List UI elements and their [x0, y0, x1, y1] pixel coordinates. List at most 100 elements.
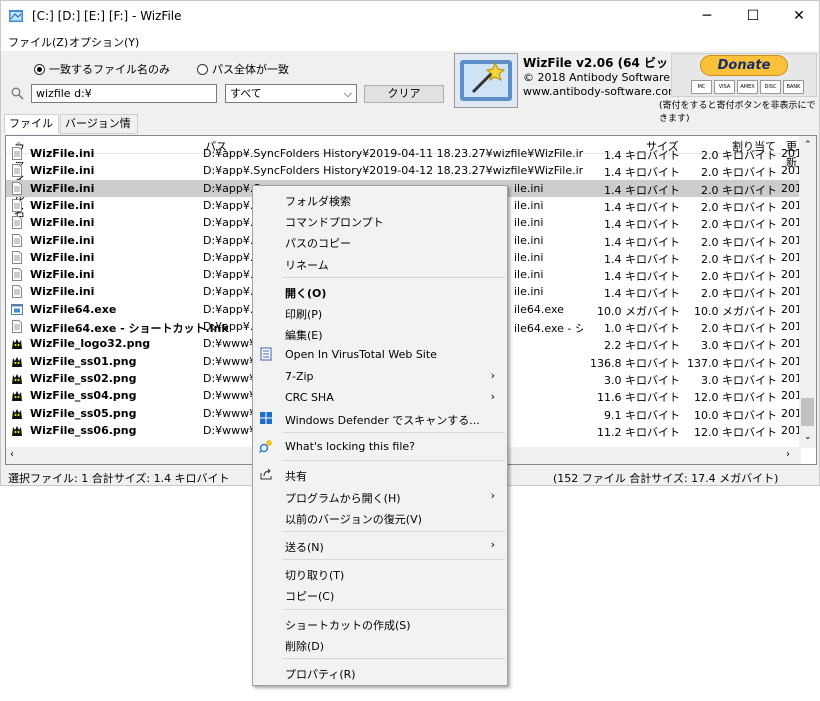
file-size: 1.4 キロバイト	[604, 287, 680, 301]
file-size: 1.4 キロバイト	[604, 218, 680, 232]
payment-cards: MC VISA AMEX DISC BANK	[691, 80, 804, 94]
window-title: [C:] [D:] [E:] [F:] - WizFile	[32, 9, 182, 23]
table-row[interactable]: WizFile.ini D:¥app¥.SyncFolders History¥2…	[6, 145, 801, 162]
file-allocated: 137.0 キロバイト	[687, 356, 777, 370]
menu-item-label: リネーム	[285, 258, 329, 272]
vertical-scrollbar[interactable]: ⌃ ⌄	[799, 136, 816, 448]
menu-item-label: 共有	[285, 470, 307, 484]
png-file-icon	[12, 408, 22, 419]
ini-file-icon	[12, 181, 22, 195]
context-menu-item[interactable]: 以前のバージョンの復元(V)	[253, 507, 507, 528]
context-menu-item[interactable]: プログラムから開く(H) ›	[253, 486, 507, 507]
file-updated: 201	[781, 406, 801, 420]
filter-select[interactable]: すべて ⌵	[225, 84, 357, 103]
menu-item-label: What's locking this file?	[285, 440, 416, 454]
radio-full-path[interactable]: パス全体が一致	[197, 61, 289, 77]
file-updated: 201	[781, 423, 801, 437]
context-menu-item[interactable]: Open In VirusTotal Web Site	[253, 344, 507, 365]
menu-item-label: プログラムから開く(H)	[285, 491, 401, 505]
file-path-tail: ile64.exe - ショ	[514, 322, 583, 333]
scroll-thumb[interactable]	[801, 398, 814, 426]
close-button[interactable]: ✕	[776, 1, 820, 31]
status-selected: 選択ファイル: 1 合計サイズ: 1.4 キロバイト	[8, 472, 230, 485]
tab-files[interactable]: ファイル数	[4, 114, 59, 148]
context-menu-item[interactable]: リネーム	[253, 253, 507, 274]
file-name: WizFile_ss05.png	[30, 406, 137, 420]
context-menu-item[interactable]: パスのコピー	[253, 231, 507, 252]
context-menu-item[interactable]: フォルダ検索	[253, 189, 507, 210]
virustotal-icon	[260, 347, 272, 361]
menu-file[interactable]: ファイル(Z)	[8, 34, 68, 50]
context-menu-item[interactable]: CRC SHA ›	[253, 387, 507, 408]
file-path-tail: ile.ini	[514, 285, 544, 299]
context-menu-item[interactable]: コピー(C)	[253, 584, 507, 605]
minimize-button[interactable]: ─	[684, 1, 730, 31]
file-updated: 201	[781, 371, 801, 385]
file-updated: 201	[781, 198, 801, 212]
file-size: 1.4 キロバイト	[604, 149, 680, 162]
file-name: WizFile_logo32.png	[30, 337, 151, 351]
filter-value: すべて	[230, 87, 262, 100]
menu-separator	[283, 531, 505, 532]
file-updated: 201	[781, 250, 801, 264]
ini-file-icon	[12, 233, 22, 247]
file-path-tail: ile.ini	[514, 198, 544, 212]
file-name: WizFile64.exe - ショートカット.lnk	[30, 322, 229, 335]
context-menu-item[interactable]: Windows Defender でスキャンする...	[253, 408, 507, 429]
context-menu-item[interactable]: 印刷(P)	[253, 302, 507, 323]
file-path-tail: ile.ini	[514, 216, 544, 230]
ini-file-icon	[12, 147, 22, 160]
clear-button[interactable]: クリア	[364, 85, 444, 103]
lock-search-icon	[259, 440, 272, 454]
menu-item-label: 開く(O)	[285, 286, 327, 300]
tab-version-info[interactable]: バージョン情報	[60, 114, 138, 148]
file-name: WizFile.ini	[30, 250, 95, 264]
png-file-icon	[12, 356, 22, 367]
wizfile-logo[interactable]	[454, 53, 518, 108]
file-size: 1.4 キロバイト	[604, 200, 680, 214]
mastercard-icon: MC	[691, 80, 712, 94]
context-menu-item[interactable]: What's locking this file?	[253, 436, 507, 457]
file-name: WizFile.ini	[30, 233, 95, 247]
context-menu-item[interactable]: コマンドプロンプト	[253, 210, 507, 231]
context-menu-item[interactable]: 編集(E)	[253, 323, 507, 344]
website-link[interactable]: www.antibody-software.com	[523, 85, 679, 98]
context-menu-item[interactable]: 送る(N) ›	[253, 535, 507, 556]
file-name: WizFile_ss06.png	[30, 423, 137, 437]
app-icon	[9, 10, 23, 22]
context-menu-item[interactable]: プロパティ(R)	[253, 662, 507, 683]
menu-item-label: コマンドプロンプト	[285, 216, 384, 230]
menu-separator	[283, 432, 505, 434]
file-allocated: 2.0 キロバイト	[701, 183, 777, 197]
product-name: WizFile v2.06 (64 ビット)	[523, 56, 686, 70]
ini-file-icon	[12, 285, 22, 299]
context-menu-item[interactable]: ショートカットの作成(S)	[253, 613, 507, 634]
file-updated: 201	[781, 164, 801, 178]
maximize-button[interactable]: ☐	[730, 1, 776, 31]
context-menu-item[interactable]: 共有	[253, 464, 507, 485]
file-allocated: 3.0 キロバイト	[701, 339, 777, 353]
radio-filename-only[interactable]: 一致するファイル名のみ	[34, 61, 170, 77]
file-updated: 201	[781, 354, 801, 368]
menu-options[interactable]: オプション(Y)	[69, 34, 139, 50]
menu-item-label: プロパティ(R)	[285, 668, 356, 681]
file-size: 1.0 キロバイト	[604, 322, 680, 335]
menu-separator	[283, 608, 505, 610]
context-menu-item[interactable]: 削除(D)	[253, 634, 507, 655]
context-menu-item[interactable]: 切り取り(T)	[253, 563, 507, 584]
wand-icon	[460, 60, 512, 101]
context-menu-item[interactable]: 開く(O)	[253, 281, 507, 302]
menu-item-label: CRC SHA	[285, 390, 334, 404]
donate-button[interactable]: Donate	[700, 55, 788, 76]
context-menu-item[interactable]: 7-Zip ›	[253, 366, 507, 387]
file-path-tail: ile.ini	[514, 250, 544, 264]
file-size: 9.1 キロバイト	[604, 408, 680, 422]
file-name: WizFile_ss01.png	[30, 354, 137, 368]
search-input[interactable]: wizfile d:¥	[31, 84, 217, 103]
file-updated: 201	[781, 285, 801, 299]
ini-file-icon	[12, 216, 22, 230]
file-path-head: D:¥www¥i	[203, 423, 260, 437]
file-name: WizFile_ss04.png	[30, 389, 137, 403]
table-row[interactable]: WizFile.ini D:¥app¥.SyncFolders History¥2…	[6, 162, 801, 179]
menu-item-label: 切り取り(T)	[285, 569, 345, 583]
